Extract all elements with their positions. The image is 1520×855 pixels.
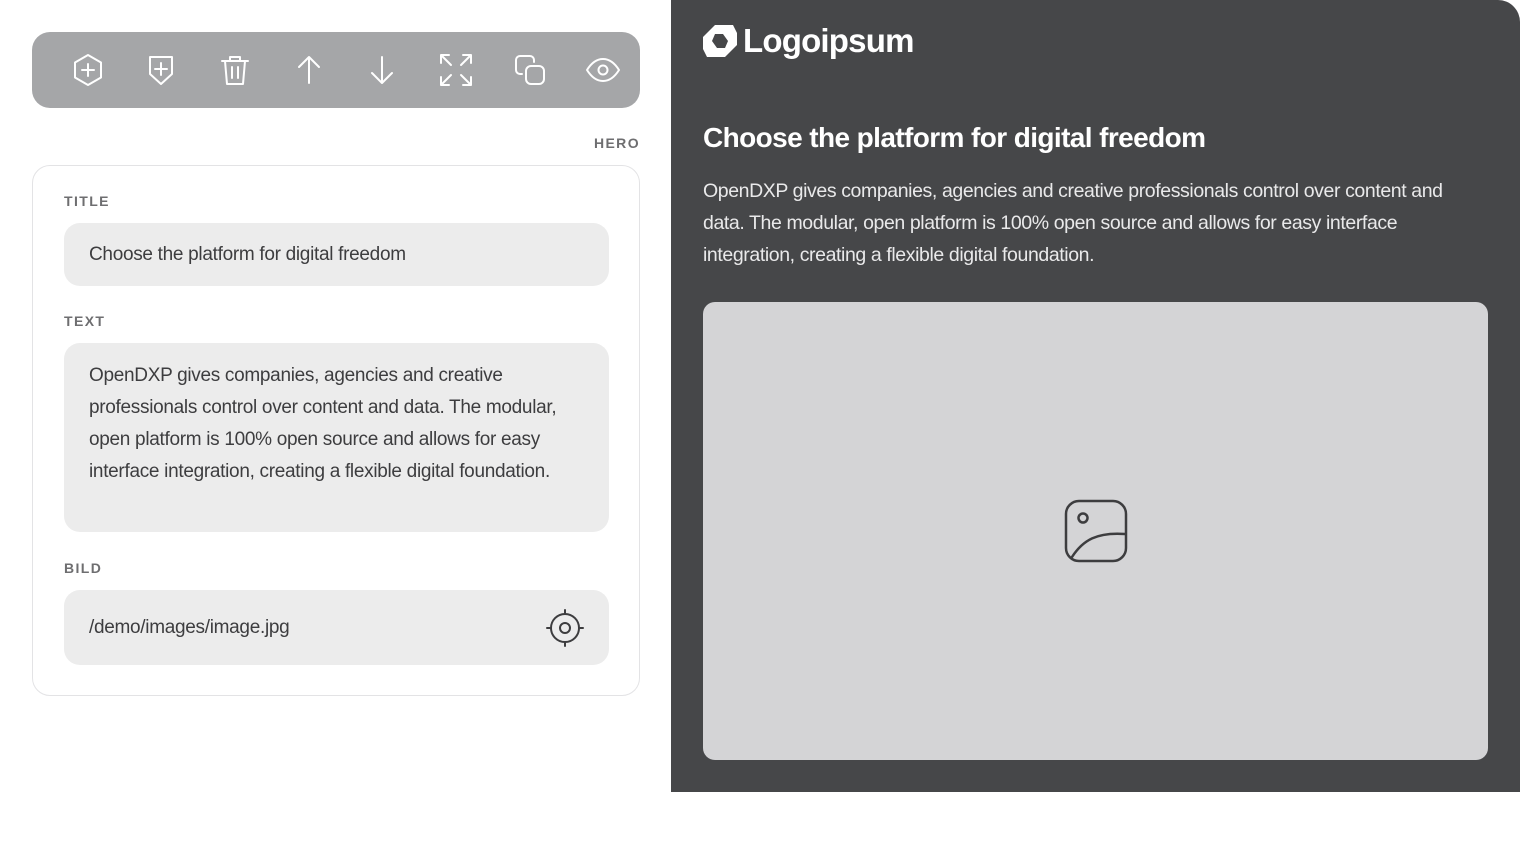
preview-text: OpenDXP gives companies, agencies and cr… [703,180,1443,266]
image-path-field[interactable]: /demo/images/image.jpg [64,590,609,665]
section-label: HERO [593,135,640,151]
logo-mark-icon [703,23,737,59]
add-badge-icon [149,56,174,85]
move-up-button[interactable] [272,32,346,108]
preview-title: Choose the platform for digital freedom [703,122,1206,153]
image-placeholder [703,302,1488,760]
trash-icon [221,56,250,85]
block-form-card: TITLE Choose the platform for digital fr… [32,165,640,696]
expand-button[interactable] [419,32,493,108]
image-path-value[interactable]: /demo/images/image.jpg [89,617,290,639]
duplicate-icon [514,55,545,85]
arrow-up-icon [297,56,320,84]
title-input[interactable]: Choose the platform for digital freedom [64,223,609,286]
add-block-icon [73,54,102,86]
move-down-button[interactable] [346,32,420,108]
image-picker-button[interactable] [546,608,584,647]
target-icon [546,608,584,647]
logo-text: Logoipsum [743,22,914,59]
image-icon [1064,499,1127,563]
live-preview-panel: Logoipsum Choose the platform for digita… [671,0,1520,792]
text-textarea[interactable]: OpenDXP gives companies, agencies and cr… [64,343,609,532]
delete-block-button[interactable] [198,32,272,108]
add-block-button[interactable] [51,32,125,108]
block-toolbar [32,32,640,108]
bild-field-label: BILD [64,560,103,576]
title-field-label: TITLE [64,193,110,209]
eye-icon [586,58,621,82]
arrow-down-icon [371,56,394,84]
expand-icon [439,54,472,86]
logo: Logoipsum [703,22,914,60]
add-child-block-button[interactable] [125,32,199,108]
preview-toggle-button[interactable] [566,32,640,108]
editor-page: HERO TITLE Choose the platform for digit… [0,0,1520,855]
duplicate-button[interactable] [493,32,567,108]
text-field-label: TEXT [64,313,106,329]
